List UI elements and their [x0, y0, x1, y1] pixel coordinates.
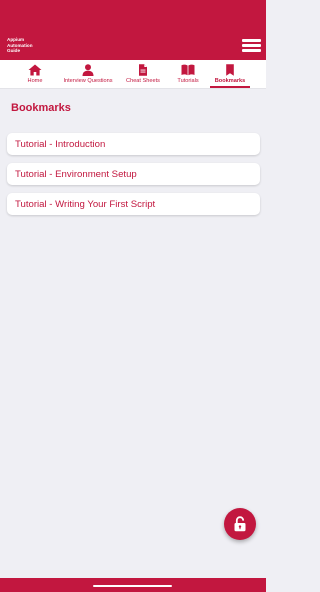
- app-header: Appium Automation Guide: [0, 0, 266, 60]
- app-title: Appium Automation Guide: [7, 37, 47, 54]
- tab-label: Tutorials: [177, 77, 199, 84]
- hamburger-menu-icon[interactable]: [241, 37, 263, 53]
- bookmark-item-label: Tutorial - Environment Setup: [15, 169, 137, 180]
- active-tab-indicator: [210, 86, 250, 88]
- tab-interview-questions[interactable]: Interview Questions: [60, 60, 116, 88]
- bookmark-item-label: Tutorial - Writing Your First Script: [15, 199, 156, 210]
- tab-home[interactable]: Home: [8, 60, 62, 88]
- document-icon: [139, 64, 147, 76]
- menu-line: [242, 39, 261, 42]
- open-book-icon: [181, 64, 195, 76]
- bottom-bar: [0, 578, 266, 592]
- tab-label: Interview Questions: [63, 77, 113, 84]
- tab-label: Bookmarks: [214, 77, 246, 84]
- bookmark-item[interactable]: Tutorial - Writing Your First Script: [7, 193, 260, 215]
- tab-bookmarks[interactable]: Bookmarks: [208, 60, 252, 88]
- bookmark-item-label: Tutorial - Introduction: [15, 139, 106, 150]
- menu-line: [242, 49, 261, 52]
- tab-tutorials[interactable]: Tutorials: [168, 60, 208, 88]
- page-title: Bookmarks: [11, 102, 71, 114]
- bookmark-icon: [226, 64, 234, 76]
- bookmark-item[interactable]: Tutorial - Introduction: [7, 133, 260, 155]
- lock-icon: [234, 516, 246, 532]
- home-indicator[interactable]: [93, 585, 172, 587]
- bookmark-item[interactable]: Tutorial - Environment Setup: [7, 163, 260, 185]
- tab-label: Cheat Sheets: [126, 77, 160, 84]
- tab-bar: Home Interview Questions Cheat Sheets Tu…: [0, 60, 266, 89]
- home-icon: [28, 64, 42, 76]
- tab-cheat-sheets[interactable]: Cheat Sheets: [118, 60, 168, 88]
- menu-line: [242, 44, 261, 47]
- lock-button[interactable]: [224, 508, 256, 540]
- person-icon: [82, 64, 94, 76]
- tab-label: Home: [27, 77, 43, 84]
- app-title-line-3: Guide: [7, 48, 21, 54]
